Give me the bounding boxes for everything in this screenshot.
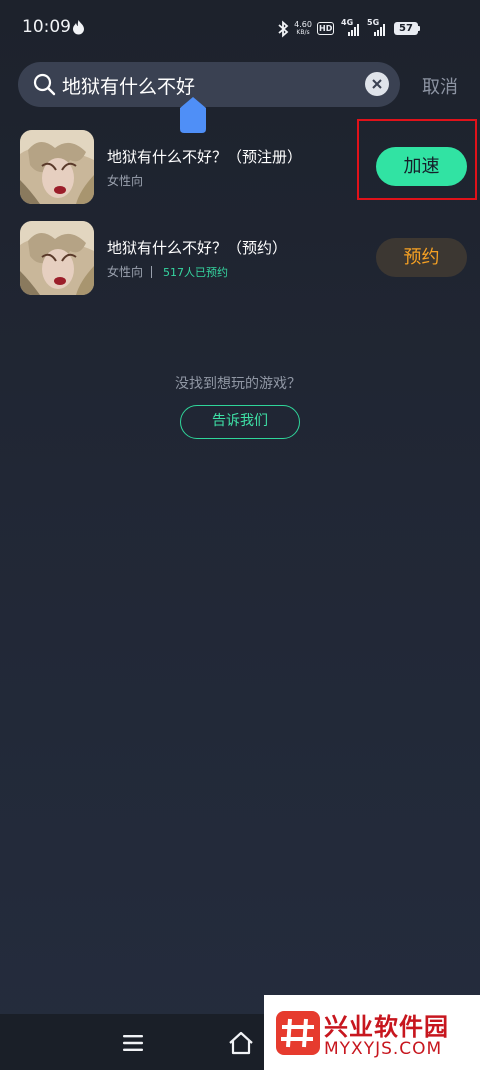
game-thumbnail <box>20 130 94 204</box>
clear-button[interactable] <box>365 72 389 96</box>
search-bar[interactable]: 地狱有什么不好 <box>18 62 400 107</box>
reserve-count: 517人已预约 <box>163 266 228 279</box>
tag-divider <box>151 266 152 278</box>
battery-level: 57 <box>399 23 413 34</box>
net-speed-unit: KB/s <box>296 29 310 36</box>
watermark: 兴业软件园 MYXYJS.COM <box>264 995 480 1070</box>
status-time: 10:09 <box>22 17 71 37</box>
search-icon <box>33 73 56 96</box>
net-speed-value: 4.60 <box>294 20 312 29</box>
text-cursor-handle[interactable] <box>179 97 207 133</box>
battery-tip <box>418 26 420 31</box>
game-tag: 女性向 <box>107 174 144 188</box>
status-bar: 10:09 4.60 KB/s HD 4G 5G 57 <box>0 0 480 56</box>
signal-icon: 4G <box>341 18 363 36</box>
not-found-hint: 没找到想玩的游戏？ <box>175 376 301 392</box>
reserve-button[interactable]: 预约 <box>376 238 467 277</box>
clear-icon <box>372 79 382 89</box>
flame-icon <box>73 20 84 35</box>
watermark-title: 兴业软件园 <box>324 1013 449 1041</box>
tell-us-button[interactable]: 告诉我们 <box>180 405 300 439</box>
watermark-domain: MYXYJS.COM <box>324 1039 443 1059</box>
game-title: 地狱有什么不好？（预注册） <box>107 148 303 166</box>
bluetooth-icon <box>278 20 289 38</box>
watermark-logo-icon <box>276 1011 320 1055</box>
game-title: 地狱有什么不好？（预约） <box>107 239 288 257</box>
search-input[interactable]: 地狱有什么不好 <box>62 72 195 99</box>
home-icon[interactable] <box>228 1031 254 1055</box>
menu-icon[interactable] <box>122 1034 144 1052</box>
hd-badge: HD <box>317 22 335 35</box>
game-tag: 女性向 <box>107 265 144 279</box>
accelerate-button[interactable]: 加速 <box>376 147 467 186</box>
battery-icon: 57 <box>394 22 418 35</box>
sim1-label: 4G <box>341 18 354 27</box>
sim2-label: 5G <box>367 18 380 27</box>
game-thumbnail <box>20 221 94 295</box>
net-speed: 4.60 KB/s <box>294 20 312 37</box>
signal-icon-2: 5G <box>367 18 389 36</box>
cancel-button[interactable]: 取消 <box>422 73 458 99</box>
